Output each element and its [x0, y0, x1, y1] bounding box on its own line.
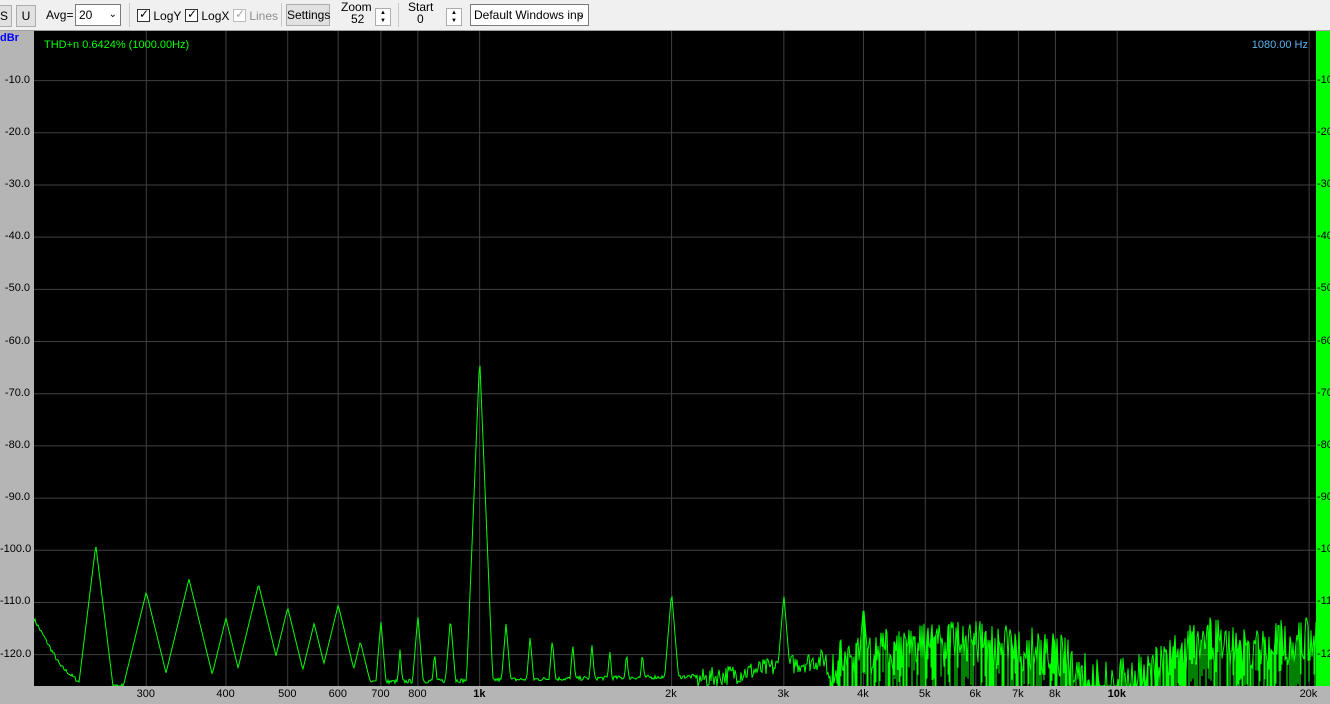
x-tick-label: 3k: [777, 688, 790, 700]
toolbar: S U Avg= 20 ⌄ ✓ LogY ✓ LogX ✓ Lines Sett…: [0, 0, 1330, 31]
x-tick-label: 5k: [918, 688, 931, 700]
logy-checkbox[interactable]: ✓ LogY: [137, 7, 182, 23]
checkmark-icon: ✓: [235, 7, 246, 22]
spin-up-icon[interactable]: ▲: [376, 9, 390, 17]
y-tick-label-right: -80.0: [1317, 438, 1330, 451]
y-tick-label: -40.0: [4, 230, 30, 243]
x-tick-label: 400: [216, 688, 235, 700]
x-tick-label: 500: [278, 688, 297, 700]
spin-down-icon[interactable]: ▼: [447, 17, 461, 25]
y-tick-label: -80.0: [4, 438, 30, 451]
y-tick-label-right: -30.0: [1317, 177, 1330, 190]
logx-checkbox[interactable]: ✓ LogX: [185, 7, 230, 23]
y-tick-label: -20.0: [4, 125, 30, 138]
y-tick-label: -110.0: [0, 595, 31, 608]
x-tick-label: 10k: [1107, 688, 1126, 700]
x-tick-label: 7k: [1012, 688, 1024, 700]
spectrum-chart: [34, 31, 1316, 686]
avg-label: Avg=: [46, 8, 74, 22]
spin-down-icon[interactable]: ▼: [376, 17, 390, 25]
y-tick-label: -120.0: [0, 647, 32, 660]
spectrum-plot[interactable]: THD+n 0.6424% (1000.00Hz) 1080.00 Hz: [34, 31, 1316, 686]
x-tick-label: 2k: [665, 688, 677, 700]
y-tick-label: -30.0: [4, 177, 30, 190]
separator: [129, 3, 130, 27]
start-value[interactable]: 0: [417, 12, 424, 26]
x-tick-label: 8k: [1049, 688, 1061, 700]
x-tick-label: 700: [371, 688, 390, 700]
db-unit-label: dBr: [0, 32, 19, 44]
checkbox-lines-box[interactable]: ✓: [233, 7, 246, 23]
logy-label: LogY: [153, 8, 182, 23]
lines-checkbox[interactable]: ✓ Lines: [233, 7, 279, 23]
input-device-value: Default Windows inp: [474, 8, 584, 22]
cursor-frequency-readout: 1080.00 Hz: [1251, 39, 1308, 51]
x-tick-label: 800: [408, 688, 427, 700]
chevron-down-icon: ⌄: [576, 9, 585, 20]
y-tick-label: -10.0: [4, 73, 30, 86]
x-tick-label: 6k: [969, 688, 981, 700]
y-tick-label-right: -90.0: [1317, 491, 1330, 504]
settings-button[interactable]: Settings: [286, 4, 330, 26]
start-spinner[interactable]: ▲ ▼: [446, 8, 462, 26]
y-tick-label-right: -20.0: [1317, 125, 1330, 138]
separator: [281, 3, 282, 27]
y-tick-label: -70.0: [4, 386, 30, 399]
y-tick-label-right: -70.0: [1317, 386, 1330, 399]
y-tick-label-right: -50.0: [1317, 282, 1330, 295]
checkmark-icon: ✓: [139, 7, 150, 22]
checkmark-icon: ✓: [187, 7, 198, 22]
x-tick-label: 4k: [857, 688, 869, 700]
avg-select[interactable]: 20 ⌄: [75, 4, 121, 26]
y-tick-label-right: -120.0: [1317, 647, 1330, 660]
x-tick-label: 600: [328, 688, 347, 700]
y-tick-label-right: -10.0: [1317, 73, 1330, 86]
y-tick-label: -90.0: [4, 491, 30, 504]
y-tick-label-right: -100.0: [1317, 543, 1330, 556]
separator: [398, 3, 399, 27]
avg-value: 20: [79, 8, 93, 22]
thd-readout: THD+n 0.6424% (1000.00Hz): [44, 39, 190, 51]
checkbox-logx-box[interactable]: ✓: [185, 7, 198, 23]
y-tick-label-right: -40.0: [1317, 230, 1330, 243]
x-tick-label: 20k: [1299, 688, 1318, 700]
y-tick-label-right: -60.0: [1317, 334, 1330, 347]
checkbox-logy-box[interactable]: ✓: [137, 7, 150, 23]
s-button[interactable]: S: [0, 5, 12, 27]
chevron-down-icon: ⌄: [108, 9, 117, 20]
y-tick-label: -50.0: [4, 282, 30, 295]
u-button[interactable]: U: [16, 5, 36, 27]
logx-label: LogX: [201, 8, 230, 23]
x-tick-label: 300: [136, 688, 156, 700]
zoom-spinner[interactable]: ▲ ▼: [375, 8, 391, 26]
zoom-value[interactable]: 52: [351, 12, 364, 26]
spin-up-icon[interactable]: ▲: [447, 9, 461, 17]
y-tick-label: -60.0: [4, 334, 30, 347]
x-tick-label: 1k: [473, 688, 486, 700]
input-device-select[interactable]: Default Windows inp ⌄: [470, 4, 589, 26]
y-tick-label-right: -110.0: [1317, 595, 1330, 608]
lines-label: Lines: [249, 8, 279, 23]
y-tick-label: -100.0: [0, 543, 32, 556]
